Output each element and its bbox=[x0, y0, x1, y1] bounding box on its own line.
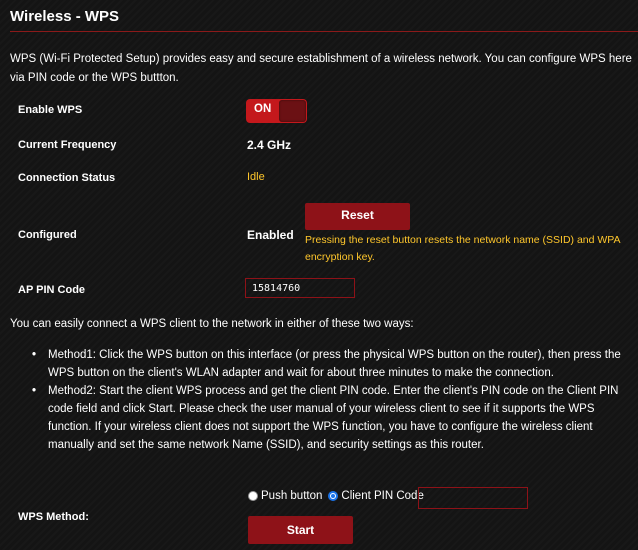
page-title: Wireless - WPS bbox=[10, 8, 120, 25]
methods-list: • Method1: Click the WPS button on this … bbox=[32, 346, 636, 454]
configured-label: Configured bbox=[18, 229, 77, 241]
bullet-icon: • bbox=[32, 385, 37, 397]
wps-settings-page: Wireless - WPS WPS (Wi-Fi Protected Setu… bbox=[0, 0, 638, 550]
list-item: • Method1: Click the WPS button on this … bbox=[32, 346, 636, 382]
push-button-radio-label[interactable]: Push button bbox=[261, 490, 322, 502]
connect-intro: You can easily connect a WPS client to t… bbox=[10, 318, 414, 330]
ap-pin-label: AP PIN Code bbox=[18, 284, 86, 296]
enable-wps-label: Enable WPS bbox=[18, 104, 83, 116]
configured-value: Enabled bbox=[247, 228, 294, 242]
reset-note: Pressing the reset button resets the net… bbox=[305, 234, 620, 263]
title-divider bbox=[10, 31, 638, 32]
list-item: • Method2: Start the client WPS process … bbox=[32, 382, 636, 454]
wps-method-options: Push button Client PIN Code bbox=[248, 490, 430, 502]
client-pin-radio[interactable] bbox=[328, 491, 339, 501]
connection-status-value: Idle bbox=[247, 171, 265, 183]
client-pin-radio-label[interactable]: Client PIN Code bbox=[341, 490, 423, 502]
push-button-radio[interactable] bbox=[248, 491, 258, 501]
ap-pin-field[interactable]: 15814760 bbox=[245, 278, 355, 298]
enable-wps-toggle[interactable]: ON bbox=[246, 99, 307, 123]
bullet-icon: • bbox=[32, 349, 37, 361]
method-1-text: Method1: Click the WPS button on this in… bbox=[48, 349, 621, 379]
toggle-knob bbox=[279, 100, 306, 122]
toggle-state-text: ON bbox=[254, 103, 272, 115]
current-frequency-value: 2.4 GHz bbox=[247, 138, 292, 152]
reset-button[interactable]: Reset bbox=[305, 203, 410, 230]
connection-status-label: Connection Status bbox=[18, 172, 116, 184]
intro-text: WPS (Wi-Fi Protected Setup) provides eas… bbox=[10, 53, 632, 84]
method-2-text: Method2: Start the client WPS process an… bbox=[48, 385, 619, 451]
wps-method-label: WPS Method: bbox=[18, 511, 89, 523]
client-pin-field[interactable] bbox=[418, 487, 528, 509]
start-button[interactable]: Start bbox=[248, 516, 353, 544]
current-frequency-label: Current Frequency bbox=[18, 139, 117, 151]
